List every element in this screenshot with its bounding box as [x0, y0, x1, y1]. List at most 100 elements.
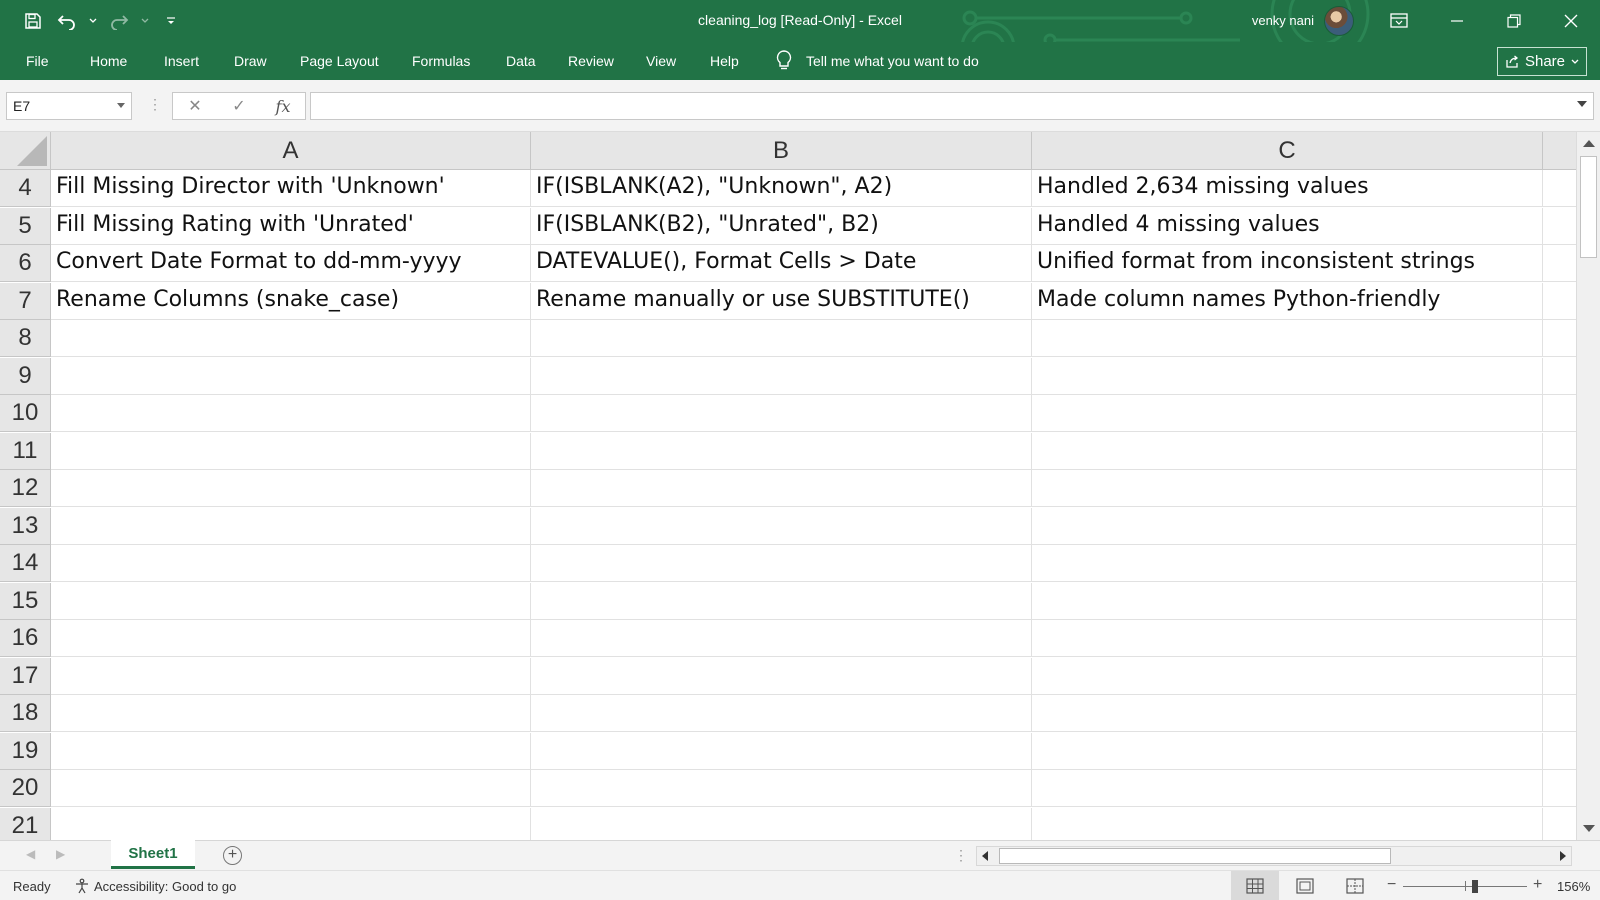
- grid-cell[interactable]: [1543, 770, 1576, 807]
- grid-cell[interactable]: [1543, 245, 1576, 282]
- scroll-up-icon[interactable]: [1583, 140, 1595, 147]
- grid-cell[interactable]: [51, 695, 531, 732]
- tab-view[interactable]: View: [646, 53, 676, 69]
- grid-cell[interactable]: [1543, 358, 1576, 395]
- grid-cell[interactable]: [531, 695, 1032, 732]
- grid-cell[interactable]: IF(ISBLANK(B2), "Unrated", B2): [531, 208, 1032, 245]
- horizontal-scroll-thumb[interactable]: [999, 848, 1391, 864]
- zoom-level[interactable]: 156%: [1557, 879, 1590, 894]
- sheet-tab-sheet1[interactable]: Sheet1: [111, 840, 195, 869]
- grid-cell[interactable]: Convert Date Format to dd-mm-yyyy: [51, 245, 531, 282]
- grid-cell[interactable]: [51, 545, 531, 582]
- expand-formula-bar-icon[interactable]: [1577, 101, 1587, 107]
- grid-cell[interactable]: [51, 733, 531, 770]
- grid-cell[interactable]: [51, 395, 531, 432]
- column-header-a[interactable]: A: [51, 132, 531, 170]
- grid-cell[interactable]: [1543, 170, 1576, 207]
- grid-cell[interactable]: Handled 4 missing values: [1032, 208, 1543, 245]
- ribbon-display-options-icon[interactable]: [1370, 0, 1428, 42]
- tab-review[interactable]: Review: [568, 53, 614, 69]
- grid-cell[interactable]: [1032, 620, 1543, 657]
- grid-cell[interactable]: IF(ISBLANK(A2), "Unknown", A2): [531, 170, 1032, 207]
- normal-view-icon[interactable]: [1231, 871, 1279, 900]
- grid-cell[interactable]: [51, 658, 531, 695]
- avatar[interactable]: [1324, 6, 1354, 36]
- grid-cell[interactable]: [1543, 733, 1576, 770]
- grid-cell[interactable]: [531, 808, 1032, 840]
- grid-cell[interactable]: [1032, 433, 1543, 470]
- grid-cell[interactable]: [1032, 358, 1543, 395]
- grid-cell[interactable]: [1543, 395, 1576, 432]
- grid-cell[interactable]: [51, 808, 531, 840]
- grid-cell[interactable]: [51, 620, 531, 657]
- grid-cell[interactable]: Rename manually or use SUBSTITUTE(): [531, 283, 1032, 320]
- grid-cell[interactable]: [531, 770, 1032, 807]
- next-sheet-icon[interactable]: ▶: [56, 847, 65, 861]
- grid-cell[interactable]: [1543, 283, 1576, 320]
- grid-cell[interactable]: [51, 770, 531, 807]
- column-header-c[interactable]: C: [1032, 132, 1543, 170]
- grid-cell[interactable]: [1032, 320, 1543, 357]
- grid-cell[interactable]: [51, 508, 531, 545]
- tab-data[interactable]: Data: [506, 53, 536, 69]
- grid-cell[interactable]: Made column names Python-friendly: [1032, 283, 1543, 320]
- grid-cell[interactable]: [1032, 658, 1543, 695]
- grid-cell[interactable]: [51, 358, 531, 395]
- row-header[interactable]: 13: [0, 508, 51, 545]
- grid-cell[interactable]: [1543, 695, 1576, 732]
- row-header[interactable]: 9: [0, 358, 51, 395]
- scroll-left-icon[interactable]: [982, 851, 988, 861]
- share-button[interactable]: Share: [1497, 47, 1587, 76]
- row-header[interactable]: 5: [0, 208, 51, 245]
- row-header[interactable]: 20: [0, 770, 51, 807]
- grid-cell[interactable]: [1543, 620, 1576, 657]
- grid-cell[interactable]: [1543, 545, 1576, 582]
- grid-cell[interactable]: [1032, 508, 1543, 545]
- grid-cell[interactable]: [1543, 508, 1576, 545]
- grid-cell[interactable]: [531, 395, 1032, 432]
- grid-cell[interactable]: [51, 433, 531, 470]
- grid-cell[interactable]: [1543, 320, 1576, 357]
- row-header[interactable]: 10: [0, 395, 51, 432]
- column-header-b[interactable]: B: [531, 132, 1032, 170]
- row-header[interactable]: 17: [0, 658, 51, 695]
- grid-cell[interactable]: [1543, 658, 1576, 695]
- zoom-out-icon[interactable]: −: [1387, 876, 1396, 894]
- scroll-right-icon[interactable]: [1560, 851, 1566, 861]
- grid-cell[interactable]: [531, 658, 1032, 695]
- tab-file[interactable]: File: [26, 53, 49, 69]
- grid-cell[interactable]: [1543, 208, 1576, 245]
- grid-cell[interactable]: Handled 2,634 missing values: [1032, 170, 1543, 207]
- row-header[interactable]: 4: [0, 170, 51, 207]
- tab-formulas[interactable]: Formulas: [412, 53, 470, 69]
- row-header[interactable]: 19: [0, 733, 51, 770]
- name-box[interactable]: E7: [6, 92, 132, 120]
- row-header[interactable]: 16: [0, 620, 51, 657]
- minimize-icon[interactable]: [1428, 0, 1486, 42]
- grid-cell[interactable]: [531, 583, 1032, 620]
- grid-cell[interactable]: [1032, 808, 1543, 840]
- accessibility-status[interactable]: Accessibility: Good to go: [74, 878, 236, 894]
- grid-cell[interactable]: [1032, 733, 1543, 770]
- row-header[interactable]: 21: [0, 808, 51, 840]
- grid-cell[interactable]: [1032, 583, 1543, 620]
- grid-cell[interactable]: [1543, 433, 1576, 470]
- enter-icon[interactable]: ✓: [217, 96, 261, 116]
- grid-cell[interactable]: [1032, 695, 1543, 732]
- user-name[interactable]: venky nani: [1252, 13, 1314, 28]
- restore-icon[interactable]: [1485, 0, 1543, 42]
- prev-sheet-icon[interactable]: ◀: [26, 847, 35, 861]
- page-break-preview-icon[interactable]: [1331, 871, 1379, 900]
- grid-cell[interactable]: [51, 470, 531, 507]
- grid-cell[interactable]: [51, 320, 531, 357]
- row-header[interactable]: 8: [0, 320, 51, 357]
- grid-cell[interactable]: [531, 545, 1032, 582]
- grid-cell[interactable]: [531, 620, 1032, 657]
- vertical-scroll-thumb[interactable]: [1580, 156, 1597, 258]
- formula-input[interactable]: [310, 92, 1594, 120]
- tab-help[interactable]: Help: [710, 53, 739, 69]
- tab-draw[interactable]: Draw: [234, 53, 267, 69]
- row-header[interactable]: 14: [0, 545, 51, 582]
- tell-me-search[interactable]: Tell me what you want to do: [776, 50, 979, 72]
- tab-splitter[interactable]: ⋮: [954, 847, 968, 864]
